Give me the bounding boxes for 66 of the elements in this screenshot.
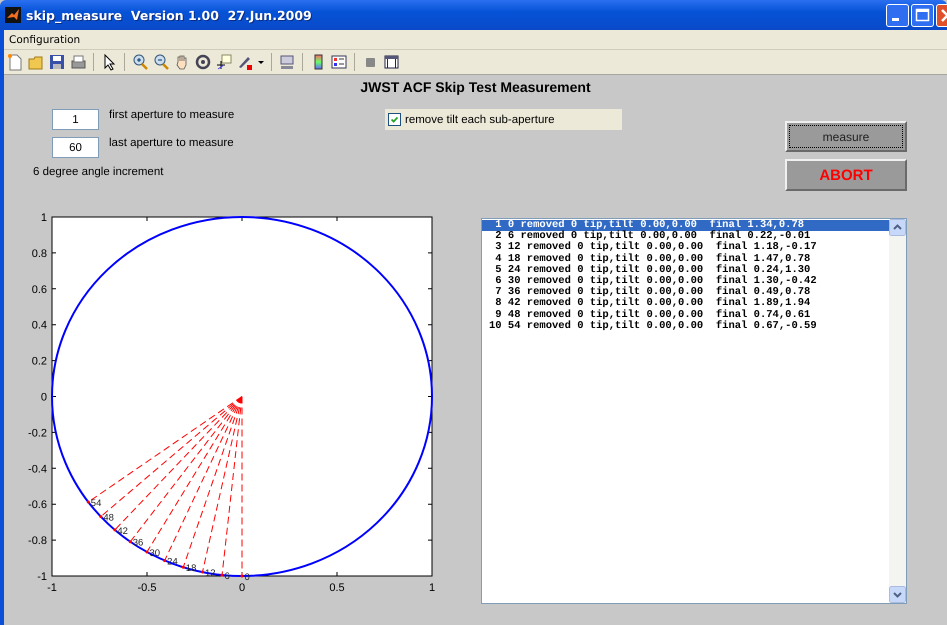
field-label: first aperture to measure: [109, 109, 234, 121]
checkbox-label: remove tilt each sub-aperture: [405, 114, 555, 126]
results-list[interactable]: [481, 218, 907, 604]
new-file-icon[interactable]: [6, 53, 24, 71]
zoom-out-icon[interactable]: [152, 53, 170, 71]
data-point: [200, 570, 204, 574]
list-row[interactable]: 7 36 removed 0 tip,tilt 0.00,0.00 final 0.49,0.78: [482, 287, 889, 298]
save-icon[interactable]: [48, 53, 66, 71]
increment-text: 6 degree angle increment: [33, 166, 164, 178]
point-label: 36: [132, 538, 144, 549]
scroll-down-icon[interactable]: [889, 586, 906, 603]
data-point: [163, 559, 166, 562]
minimize-button[interactable]: [886, 4, 909, 26]
list-row[interactable]: 4 18 removed 0 tip,tilt 0.00,0.00 final 1.47,0.78: [482, 254, 889, 265]
point-label: 12: [204, 568, 216, 580]
tick-label: 0.6: [32, 284, 47, 296]
tick-label: 0: [238, 582, 246, 594]
tick-label: -0.8: [28, 535, 47, 548]
data-point: [99, 515, 102, 518]
data-point: [146, 550, 148, 554]
list-row[interactable]: 1 0 removed 0 tip,tilt 0.00,0.00 final 1.34,0.78: [482, 220, 889, 232]
number-field[interactable]: 1: [52, 109, 99, 130]
point-label: 48: [103, 512, 114, 524]
list-row[interactable]: 10 54 removed 0 tip,tilt 0.00,0.00 final 0.67,-0.59: [482, 320, 889, 332]
tick-label: 1: [40, 212, 47, 224]
list-row[interactable]: 9 48 removed 0 tip,tilt 0.00,0.00 final 0.74,0.61: [482, 310, 889, 321]
data-point: [182, 566, 185, 569]
data-point: [240, 574, 244, 578]
window-title: skip_measure Version 1.00 27.Jun.2009: [26, 8, 312, 22]
maximize-button[interactable]: [911, 4, 934, 26]
tick-label: -1: [37, 571, 47, 583]
data-point: [128, 540, 132, 544]
tick-label: -0.6: [28, 499, 47, 512]
data-point: [86, 500, 90, 504]
zoom-in-icon[interactable]: [131, 53, 149, 71]
logo-icon: [5, 7, 21, 23]
data-cursor-icon[interactable]: [215, 53, 233, 71]
list-row[interactable]: 8 42 removed 0 tip,tilt 0.00,0.00 final 1.89,1.94: [482, 298, 889, 310]
tick-label: -0.2: [28, 427, 47, 440]
tick-label: -1: [47, 582, 57, 594]
list-row[interactable]: 2 6 removed 0 tip,tilt 0.00,0.00 final 0.22,-0.01: [482, 231, 889, 242]
tick-label: 0.5: [329, 582, 345, 594]
tick-label: 0: [40, 392, 47, 404]
data-point: [113, 528, 116, 532]
print-icon[interactable]: [69, 53, 87, 71]
field-label: last aperture to measure: [109, 137, 234, 149]
tick-label: 0.4: [32, 320, 47, 332]
point-label: 42: [117, 526, 128, 537]
tick-label: 0.2: [32, 356, 47, 368]
legend-icon[interactable]: [330, 53, 348, 71]
plot-tools-icon[interactable]: [382, 53, 400, 71]
measure-button[interactable]: measure: [785, 121, 907, 152]
tick-label: -0.5: [138, 582, 156, 594]
list-row[interactable]: 5 24 removed 0 tip,tilt 0.00,0.00 final 0.24,1.30: [482, 264, 889, 276]
checkbox[interactable]: [388, 113, 401, 126]
tick-label: 0.8: [32, 248, 47, 260]
list-row[interactable]: 6 30 removed 0 tip,tilt 0.00,0.00 final 1.30,-0.42: [482, 276, 889, 288]
tick-label: -0.4: [28, 463, 47, 476]
list-row[interactable]: 3 12 removed 0 tip,tilt 0.00,0.00 final 1.18,-0.17: [482, 242, 889, 254]
scroll-up-icon[interactable]: [889, 219, 906, 236]
menu-item[interactable]: Configuration: [4, 34, 86, 46]
point-label: 54: [90, 498, 102, 510]
heading: JWST ACF Skip Test Measurement: [359, 79, 592, 97]
number-field[interactable]: 60: [52, 137, 99, 158]
data-point: [220, 574, 224, 577]
tick-label: 1: [428, 582, 436, 594]
